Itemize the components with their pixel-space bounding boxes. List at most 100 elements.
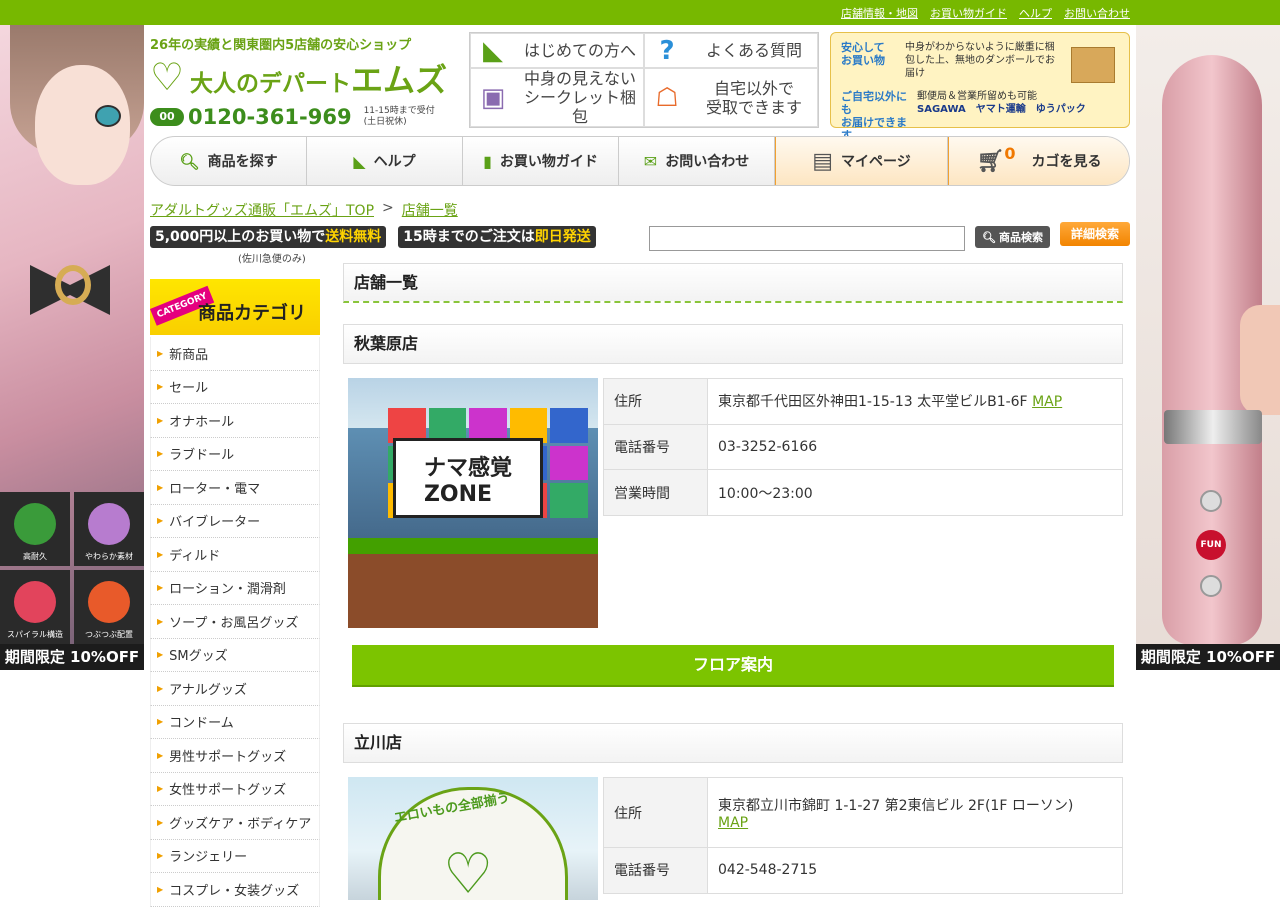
- logo-tagline: 26年の実績と関東圏内5店舗の安心ショップ: [150, 38, 412, 53]
- photo-store-sign: ナマ感覚 ZONE: [393, 438, 543, 518]
- utility-links: 店舗情報・地図 お買い物ガイド ヘルプ お問い合わせ: [841, 5, 1130, 21]
- category-item[interactable]: ▶ SMグッズ: [150, 638, 320, 672]
- banner-hand: [1240, 305, 1280, 415]
- left-ad-banner[interactable]: 高耐久 やわらか素材 スパイラル構造 つぶつぶ配置 期間限定 10%OFF: [0, 25, 144, 670]
- arrow-right-icon: ▶: [157, 750, 164, 760]
- left-banner-caption: 期間限定 10%OFF: [0, 644, 144, 670]
- arrow-right-icon: ▶: [157, 516, 164, 526]
- category-item[interactable]: ▶ ディルド: [150, 538, 320, 572]
- arrow-right-icon: ▶: [157, 583, 164, 593]
- photo-awning: [348, 538, 598, 554]
- nav-search-products[interactable]: 🔍︎ 商品を探す: [151, 137, 307, 185]
- map-link[interactable]: MAP: [718, 815, 748, 831]
- advanced-search-button[interactable]: 詳細検索: [1060, 222, 1130, 246]
- arrow-right-icon: ▶: [157, 817, 164, 827]
- arrow-right-icon: ▶: [157, 549, 164, 559]
- banner-product-logo: FUN: [1196, 530, 1226, 560]
- mail-icon: ✉: [643, 151, 658, 171]
- category-title: 商品カテゴリ: [198, 303, 306, 324]
- category-list: ▶ 新商品 ▶ セール ▶ オナホール ▶ ラブドール ▶ ローター・電マ ▶ バイブレータ…: [150, 337, 320, 907]
- photo-storefront: [348, 554, 598, 628]
- nav-contact[interactable]: ✉ お問い合わせ: [619, 137, 775, 185]
- category-item[interactable]: ▶ オナホール: [150, 404, 320, 438]
- search-input[interactable]: [649, 226, 965, 251]
- category-item[interactable]: ▶ コンドーム: [150, 705, 320, 739]
- breadcrumb-home[interactable]: アダルトグッズ通販「エムズ」TOP: [150, 200, 374, 220]
- category-item[interactable]: ▶ コスプレ・女装グッズ: [150, 873, 320, 907]
- nav-shopping-guide[interactable]: ▮ お買い物ガイド: [463, 137, 619, 185]
- feature-spiral: スパイラル構造: [0, 570, 70, 644]
- id-card-icon: ▤: [812, 148, 834, 174]
- link-shopping-guide[interactable]: お買い物ガイド: [930, 5, 1007, 21]
- secret-packaging-link[interactable]: ▣ 中身の見えない シークレット梱包: [470, 68, 644, 127]
- nav-cart[interactable]: 🛒︎ 0 カゴを見る: [948, 137, 1129, 185]
- banner-illustration-face: [35, 65, 130, 185]
- service-links: ◣ はじめての方へ ? よくある質問 ▣ 中身の見えない シークレット梱包 ☖ 自…: [469, 32, 819, 128]
- link-help[interactable]: ヘルプ: [1019, 5, 1052, 21]
- search-icon: 🔍︎: [179, 151, 200, 171]
- banner-product-button: [1200, 490, 1222, 512]
- shipping-promo: 5,000円以上のお買い物で送料無料 15時までのご注文は即日発送 (佐川急便の…: [150, 226, 626, 265]
- breadcrumb-current[interactable]: 店舗一覧: [402, 200, 458, 220]
- feature-soft: やわらか素材: [74, 492, 144, 566]
- category-item[interactable]: ▶ ローション・潤滑剤: [150, 571, 320, 605]
- cart-count-badge: 0: [1004, 143, 1016, 163]
- link-store-info[interactable]: 店舗情報・地図: [841, 5, 918, 21]
- floor-guide-button[interactable]: フロア案内: [352, 645, 1114, 687]
- category-item[interactable]: ▶ セール: [150, 370, 320, 404]
- phone-label: 電話番号: [603, 847, 708, 894]
- nav-mypage[interactable]: ▤ マイページ: [775, 137, 948, 185]
- category-item[interactable]: ▶ 新商品: [150, 337, 320, 371]
- alt-delivery-text: 郵便局＆営業所留めも可能: [917, 91, 1037, 102]
- question-icon: ?: [659, 35, 675, 66]
- breadcrumb: アダルトグッズ通販「エムズ」TOP > 店舗一覧: [150, 200, 458, 220]
- arrow-right-icon: ▶: [157, 851, 164, 861]
- link-contact[interactable]: お問い合わせ: [1064, 5, 1130, 21]
- category-item[interactable]: ▶ グッズケア・ボディケア: [150, 806, 320, 840]
- shipping-info-banner[interactable]: 安心して お買い物 中身がわからないように厳重に梱包した上、無地のダンボールでお届…: [830, 32, 1130, 142]
- pickup-link[interactable]: ☖ 自宅以外で 受取できます: [644, 68, 818, 127]
- category-item[interactable]: ▶ 女性サポートグッズ: [150, 772, 320, 806]
- package-icon: ▣: [480, 82, 506, 113]
- search-icon: 🔍︎: [982, 230, 996, 244]
- beginner-guide-link[interactable]: ◣ はじめての方へ: [470, 33, 644, 68]
- arrow-right-icon: ▶: [157, 650, 164, 660]
- banner-illustration-eye: [95, 105, 121, 127]
- faq-link[interactable]: ? よくある質問: [644, 33, 818, 68]
- product-search-button[interactable]: 🔍︎ 商品検索: [975, 226, 1050, 248]
- store-name-akihabara: 秋葉原店: [343, 324, 1123, 364]
- address-value: 東京都千代田区外神田1-15-13 太平堂ビルB1-6F MAP: [707, 378, 1123, 425]
- right-ad-banner[interactable]: FUN 期間限定 10%OFF: [1136, 25, 1280, 670]
- arrow-right-icon: ▶: [157, 449, 164, 459]
- arrow-right-icon: ▶: [157, 717, 164, 727]
- cart-icon: 🛒︎: [976, 148, 1005, 174]
- global-nav: 🔍︎ 商品を探す ◣ ヘルプ ▮ お買い物ガイド ✉ お問い合わせ ▤ マイペー…: [150, 136, 1130, 186]
- address-label: 住所: [603, 777, 708, 848]
- category-item[interactable]: ▶ ソープ・お風呂グッズ: [150, 605, 320, 639]
- store-photo-akihabara: ナマ感覚 ZONE: [348, 378, 598, 628]
- hours-value: 10:00〜23:00: [707, 469, 1123, 517]
- store-info-table-tachikawa: 住所 東京都立川市錦町 1-1-27 第2東信ビル 2F(1F ローソン) MAP…: [603, 777, 1123, 894]
- category-item[interactable]: ▶ ランジェリー: [150, 839, 320, 873]
- free-shipping-promo: 5,000円以上のお買い物で送料無料: [150, 226, 387, 248]
- phone-number: 0120-361-969: [188, 105, 352, 129]
- category-item[interactable]: ▶ ローター・電マ: [150, 471, 320, 505]
- arrow-right-icon: ▶: [157, 348, 164, 358]
- nav-help[interactable]: ◣ ヘルプ: [307, 137, 463, 185]
- map-link[interactable]: MAP: [1032, 394, 1062, 410]
- category-item[interactable]: ▶ ラブドール: [150, 437, 320, 471]
- address-label: 住所: [603, 378, 708, 425]
- site-logo[interactable]: 26年の実績と関東圏内5店舗の安心ショップ ♡ 大人のデパートエムズ 00 01…: [150, 34, 462, 129]
- category-item[interactable]: ▶ バイブレーター: [150, 504, 320, 538]
- store-info-table-akihabara: 住所 東京都千代田区外神田1-15-13 太平堂ビルB1-6F MAP 電話番号…: [603, 378, 1123, 517]
- arrow-right-icon: ▶: [157, 616, 164, 626]
- arrow-right-icon: ▶: [157, 382, 164, 392]
- banner-product-ring: [1164, 410, 1262, 444]
- category-item[interactable]: ▶ アナルグッズ: [150, 672, 320, 706]
- arrow-right-icon: ▶: [157, 784, 164, 794]
- category-item[interactable]: ▶ 男性サポートグッズ: [150, 739, 320, 773]
- same-day-promo: 15時までのご注文は即日発送: [398, 226, 596, 248]
- arrow-right-icon: ▶: [157, 415, 164, 425]
- address-value: 東京都立川市錦町 1-1-27 第2東信ビル 2F(1F ローソン) MAP: [707, 777, 1123, 848]
- arrow-right-icon: ▶: [157, 482, 164, 492]
